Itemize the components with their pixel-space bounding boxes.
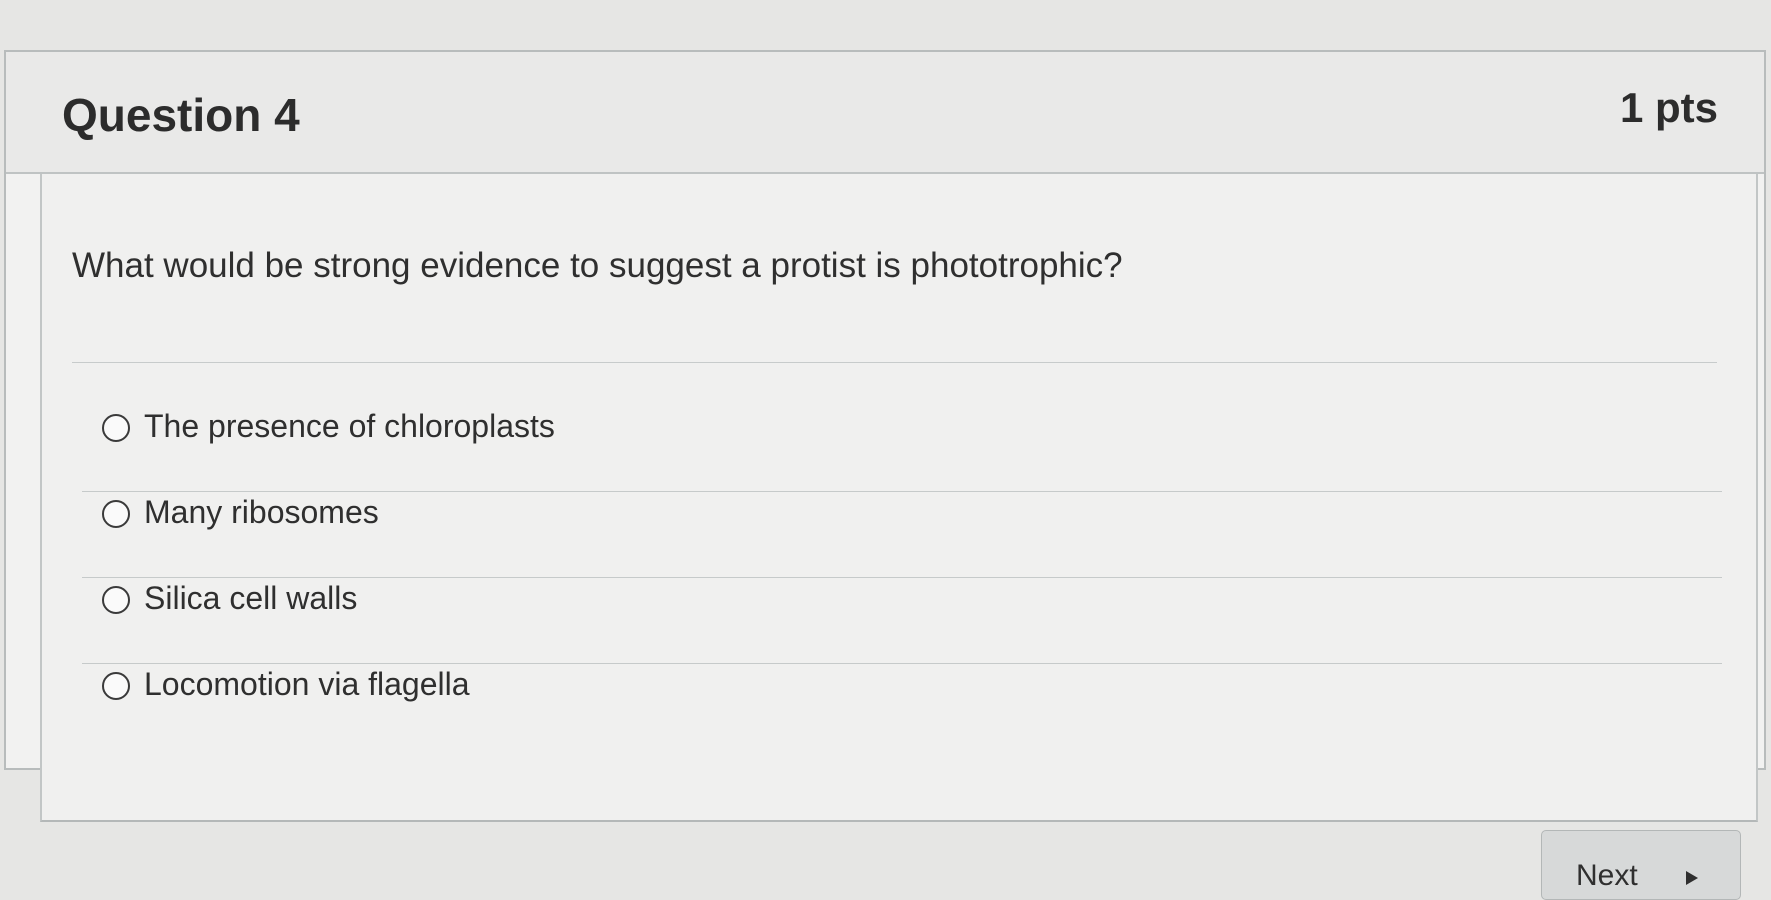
answer-option[interactable]: Many ribosomes [82, 492, 1722, 578]
answer-radio[interactable] [102, 672, 130, 700]
answer-label[interactable]: Silica cell walls [144, 580, 357, 617]
question-points: 1 pts [1619, 84, 1718, 131]
answer-radio[interactable] [102, 414, 130, 442]
answer-option[interactable]: Silica cell walls [82, 578, 1722, 664]
answer-label[interactable]: The presence of chloroplasts [144, 408, 555, 445]
question-body: What would be strong evidence to suggest… [40, 174, 1758, 822]
question-title: Question 4 [62, 89, 300, 141]
answer-list: The presence of chloroplasts Many riboso… [82, 406, 1722, 750]
answer-label[interactable]: Locomotion via flagella [144, 666, 470, 703]
next-button[interactable]: Next [1541, 830, 1741, 900]
question-card: Question 4 1 pts What would be strong ev… [4, 50, 1766, 822]
answer-label[interactable]: Many ribosomes [144, 494, 379, 531]
answer-radio[interactable] [102, 500, 130, 528]
answer-option[interactable]: The presence of chloroplasts [82, 406, 1722, 492]
question-text: What would be strong evidence to suggest… [72, 246, 1123, 285]
triangle-right-icon [1686, 871, 1698, 885]
answer-option[interactable]: Locomotion via flagella [82, 664, 1722, 750]
question-text-divider [72, 362, 1717, 363]
question-header: Question 4 1 pts [6, 52, 1764, 174]
next-button-label: Next [1576, 859, 1638, 892]
answer-radio[interactable] [102, 586, 130, 614]
